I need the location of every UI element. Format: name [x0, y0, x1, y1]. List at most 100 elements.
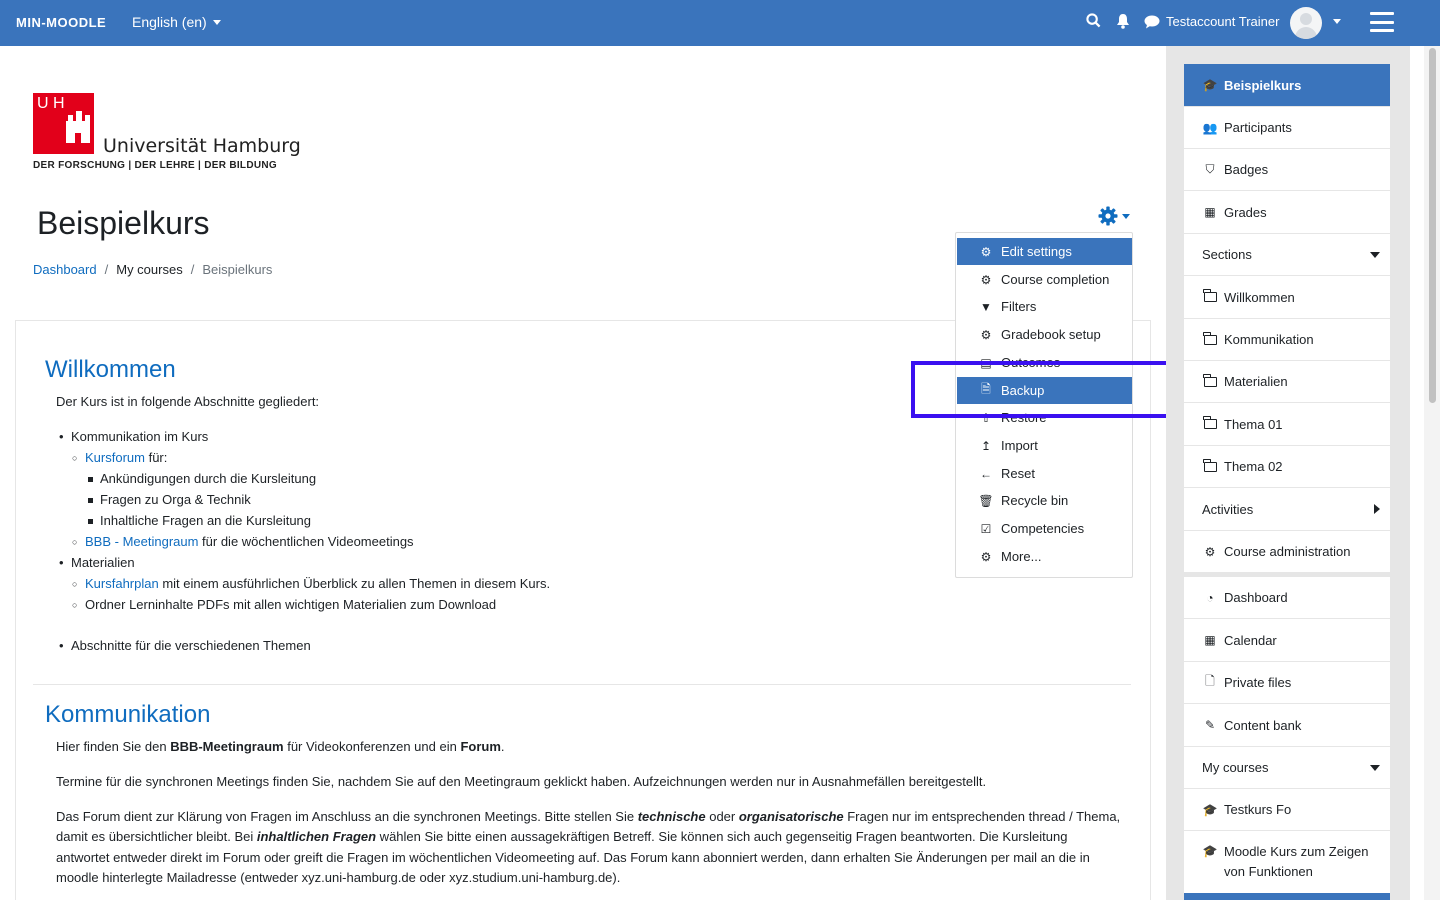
sidebar-item-kommunikation[interactable]: Kommunikation [1184, 319, 1390, 360]
sidebar-item-testkurs-fo[interactable]: 🎓 Testkurs Fo [1184, 789, 1390, 830]
course-actions-button[interactable] [1098, 206, 1130, 226]
import-icon: ↥ [980, 438, 992, 453]
list-item: Ankündigungen durch die Kursleitung [87, 471, 317, 486]
hamburger-menu-icon[interactable] [1370, 12, 1394, 32]
paragraph: Hier finden Sie den BBB-Meetingraum für … [56, 739, 505, 754]
sidebar-item-course-administration[interactable]: ⚙ Course administration [1184, 531, 1390, 572]
breadcrumb-separator: / [104, 262, 109, 277]
list-item: Kursforum für: [72, 450, 167, 465]
section-divider [33, 684, 1131, 685]
sidebar-item-materialien[interactable]: Materialien [1184, 361, 1390, 402]
folder-icon [1203, 289, 1217, 302]
logo-tagline: DER FORSCHUNG | DER LEHRE | DER BILDUNG [33, 160, 277, 171]
table-icon: ▦ [1204, 205, 1216, 219]
sidebar-item-moodle-kurs[interactable]: 🎓 Moodle Kurs zum Zeigen von Funktionen [1184, 831, 1390, 893]
kursforum-link[interactable]: Kursforum [85, 450, 145, 465]
sidebar-item-participants[interactable]: 👥 Participants [1184, 107, 1390, 148]
menu-item-edit-settings[interactable]: ⚙ Edit settings [957, 238, 1132, 265]
menu-item-recycle-bin[interactable]: 🗑 Recycle bin [957, 487, 1132, 514]
file-icon: 🗋 [1205, 674, 1215, 688]
arrow-left-icon: ← [980, 466, 992, 481]
chat-bubble-icon[interactable] [1144, 15, 1160, 34]
list-item: Materialien [59, 555, 135, 570]
sidebar-item-grades[interactable]: ▦ Grades [1184, 191, 1390, 233]
sidebar-item-willkommen[interactable]: Willkommen [1184, 276, 1390, 318]
calendar-icon: ▦ [1204, 633, 1216, 647]
paragraph-line: moodle hinterlegte Mailadresse (entweder… [56, 870, 621, 885]
graduation-cap-icon: 🎓 [1202, 844, 1218, 858]
sidebar-item-badges[interactable]: ⛉ Badges [1184, 149, 1390, 190]
sidebar-next-item[interactable] [1184, 893, 1390, 900]
bbb-meetingraum-link[interactable]: BBB - Meetingraum [85, 534, 198, 549]
gear-icon: ⚙ [980, 549, 992, 564]
section-title-kommunikation[interactable]: Kommunikation [45, 701, 210, 729]
gear-icon [1098, 206, 1118, 226]
sidebar-item-thema-02[interactable]: Thema 02 [1184, 446, 1390, 487]
paragraph: Termine für die synchronen Meetings find… [56, 774, 987, 789]
dashboard-icon: ◔ [1206, 590, 1214, 605]
menu-item-reset[interactable]: ← Reset [957, 460, 1132, 487]
top-navbar: MIN-MOODLE English (en) Testaccount Trai… [0, 0, 1440, 46]
paragraph-line: antwortet entweder direkt im Forum oder … [56, 850, 1090, 865]
user-name[interactable]: Testaccount Trainer [1166, 14, 1279, 29]
menu-item-more[interactable]: ⚙ More... [957, 543, 1132, 570]
section-title-willkommen[interactable]: Willkommen [45, 356, 176, 384]
trash-icon: 🗑 [978, 493, 994, 508]
paragraph-line: Das Forum dient zur Klärung von Fragen i… [56, 809, 1121, 824]
sidebar-item-my-courses[interactable]: My courses [1184, 747, 1390, 788]
sidebar-item-private-files[interactable]: 🗋 Private files [1184, 662, 1390, 703]
logo-name: Universität Hamburg [103, 135, 301, 157]
gear-icon: ⚙ [1204, 544, 1216, 559]
filter-icon: ▼ [980, 299, 992, 314]
avatar[interactable] [1290, 7, 1322, 39]
site-brand[interactable]: MIN-MOODLE [16, 15, 106, 30]
chevron-right-icon [1374, 504, 1380, 514]
list-item: Abschnitte für die verschiedenen Themen [59, 638, 311, 653]
breadcrumb-dashboard[interactable]: Dashboard [33, 262, 97, 277]
breadcrumb-separator: / [190, 262, 195, 277]
folder-icon [1203, 373, 1217, 387]
sidebar-item-activities[interactable]: Activities [1184, 488, 1390, 530]
chevron-down-icon [212, 19, 221, 25]
section-intro: Der Kurs ist in folgende Abschnitte gegl… [56, 394, 320, 409]
users-icon: 👥 [1202, 120, 1218, 135]
sidebar-item-calendar[interactable]: ▦ Calendar [1184, 619, 1390, 661]
highlight-box [911, 361, 1175, 418]
sidebar-item-beispielkurs[interactable]: 🎓 Beispielkurs [1184, 64, 1390, 106]
breadcrumb-current: Beispielkurs [202, 262, 273, 277]
menu-item-course-completion[interactable]: ⚙ Course completion [957, 266, 1132, 293]
chevron-down-icon [1122, 213, 1130, 219]
gear-icon: ⚙ [980, 327, 992, 342]
breadcrumb: Dashboard / My courses / Beispielkurs [33, 262, 272, 277]
menu-item-import[interactable]: ↥ Import [957, 432, 1132, 459]
gear-icon: ⚙ [980, 272, 992, 287]
list-item: BBB - Meetingraum für die wöchentlichen … [72, 534, 414, 549]
paragraph-line: damit es übersichtlicher bleibt. Bei inh… [56, 829, 1068, 844]
menu-item-competencies[interactable]: ☑ Competencies [957, 515, 1132, 542]
folder-icon [1203, 458, 1217, 472]
page-title: Beispielkurs [37, 205, 210, 241]
language-label: English (en) [132, 14, 207, 30]
scrollbar-thumb[interactable] [1429, 48, 1436, 403]
checkbox-icon: ☑ [980, 521, 992, 536]
shield-icon: ⛉ [1205, 162, 1215, 176]
list-item: Kursfahrplan mit einem ausführlichen Übe… [72, 576, 550, 591]
sidebar-item-dashboard[interactable]: ◔ Dashboard [1184, 577, 1390, 618]
sidebar-item-sections[interactable]: Sections [1184, 234, 1390, 275]
chevron-down-icon [1370, 251, 1380, 258]
sidebar-item-content-bank[interactable]: ✎ Content bank [1184, 704, 1390, 746]
list-item: Inhaltliche Fragen an die Kursleitung [87, 513, 312, 528]
list-item: Ordner Lerninhalte PDFs mit allen wichti… [72, 597, 496, 612]
breadcrumb-my-courses[interactable]: My courses [116, 262, 182, 277]
kursfahrplan-link[interactable]: Kursfahrplan [85, 576, 159, 591]
chevron-down-icon [1370, 764, 1380, 771]
menu-item-gradebook-setup[interactable]: ⚙ Gradebook setup [957, 321, 1132, 348]
sidebar-item-thema-01[interactable]: Thema 01 [1184, 403, 1390, 445]
folder-icon [1203, 416, 1217, 429]
bell-icon[interactable] [1116, 13, 1130, 34]
chevron-down-icon[interactable] [1333, 19, 1341, 24]
language-menu[interactable]: English (en) [132, 14, 221, 30]
gear-icon: ⚙ [980, 244, 992, 259]
menu-item-filters[interactable]: ▼ Filters [957, 293, 1132, 320]
search-icon[interactable] [1086, 13, 1101, 33]
